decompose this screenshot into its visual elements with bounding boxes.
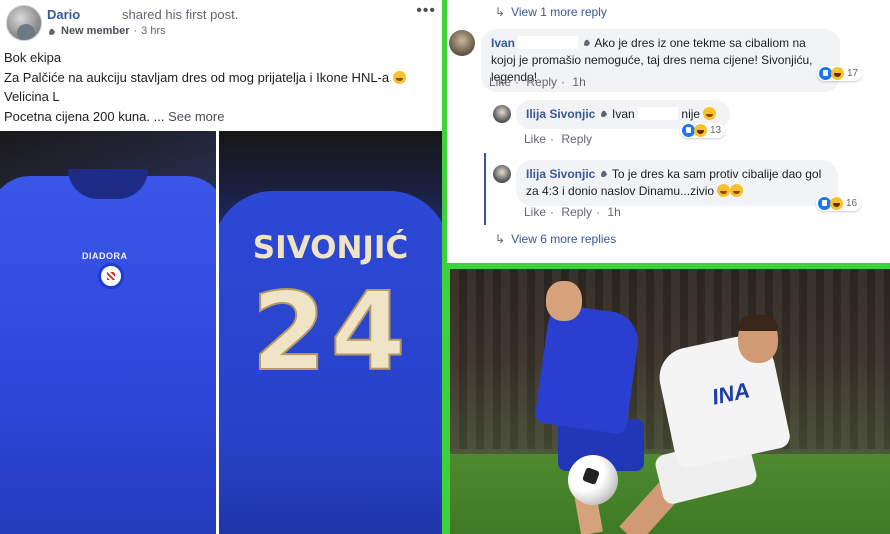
screenshot-collage: Dario shared his first post. New member …	[0, 0, 890, 534]
view-more-replies-link[interactable]: ↳ View 6 more replies	[495, 232, 616, 246]
player-blue-shirt	[534, 303, 642, 435]
smile-emoji-icon	[392, 70, 406, 84]
comment-time[interactable]: 1h	[572, 75, 585, 89]
commenter-name[interactable]: Ilija Sivonjic	[526, 167, 595, 181]
football	[568, 455, 618, 505]
separator: ·	[133, 25, 138, 37]
author-name[interactable]: Dario	[47, 7, 80, 22]
commenter-name[interactable]: Ilija Sivonjic	[526, 107, 595, 121]
comment-actions: Like · Reply · 1h	[524, 205, 621, 219]
smile-emoji-icon	[703, 107, 717, 120]
comment-actions: Like · Reply · 1h	[489, 75, 586, 89]
post-line: Pocetna cijena 200 kuna. ... See more	[4, 108, 225, 124]
see-more-link[interactable]: See more	[168, 109, 224, 124]
jersey-front-photo[interactable]: DIADORA	[0, 131, 216, 534]
more-dots-icon[interactable]: •••	[416, 2, 436, 20]
member-badge: New member	[61, 25, 130, 37]
reply-arrow-icon: ↳	[495, 232, 506, 246]
comment-text: nije	[681, 107, 701, 121]
view-more-reply-link[interactable]: ↳ View 1 more reply	[495, 5, 607, 19]
jersey-brand: DIADORA	[82, 251, 128, 261]
wave-icon	[583, 39, 590, 47]
jersey-name: SIVONJIĆ	[252, 230, 409, 266]
reply-arrow-icon: ↳	[495, 5, 506, 19]
reply-link[interactable]: Reply	[561, 132, 592, 146]
reaction-count[interactable]: 16	[816, 196, 862, 211]
post-line: Velicina L	[4, 89, 60, 104]
mention[interactable]: Ivan	[612, 107, 635, 121]
jersey-number: 24	[250, 270, 410, 395]
avatar[interactable]	[493, 105, 511, 123]
redacted-name	[518, 36, 579, 49]
comment-bubble: Ilija Sivonjic To je dres ka sam protiv …	[516, 160, 838, 206]
post-line: Bok ekipa	[4, 50, 62, 65]
like-link[interactable]: Like	[524, 132, 546, 146]
jersey-back-photo[interactable]: SIVONJIĆ 24	[219, 131, 442, 534]
redacted-name	[638, 107, 679, 120]
facebook-post: Dario shared his first post. New member …	[0, 0, 442, 534]
thread-line	[484, 153, 486, 225]
comments-panel: ↳ View 1 more reply Ivan Ako je dres iz …	[447, 0, 890, 263]
wave-icon	[49, 28, 55, 36]
post-action: shared his first post.	[122, 7, 239, 22]
jersey-front	[0, 176, 216, 534]
haha-icon	[831, 67, 844, 80]
post-line: Za Palčiće na aukciju stavljam dres od m…	[4, 68, 406, 88]
smile-emoji-icon	[730, 184, 744, 197]
post-time[interactable]: 3 hrs	[141, 25, 165, 37]
player-blue-head	[546, 281, 582, 321]
reaction-count[interactable]: 17	[817, 66, 863, 81]
post-header: Dario shared his first post. New member …	[0, 0, 442, 130]
reply-link[interactable]: Reply	[561, 205, 592, 219]
post-body: Bok ekipa Za Palčiće na aukciju stavljam…	[4, 48, 406, 126]
reaction-count[interactable]: 13	[680, 123, 726, 138]
commenter-name[interactable]: Ivan	[491, 36, 515, 50]
like-link[interactable]: Like	[524, 205, 546, 219]
match-photo[interactable]: INA	[450, 269, 890, 534]
comment-actions: Like · Reply	[524, 132, 593, 146]
smile-emoji-icon	[717, 184, 731, 197]
player-white-hair	[738, 315, 778, 331]
club-crest-icon	[98, 263, 124, 289]
like-link[interactable]: Like	[489, 75, 511, 89]
avatar[interactable]	[493, 165, 511, 183]
wave-icon	[600, 170, 607, 178]
avatar[interactable]	[6, 5, 42, 41]
haha-icon	[694, 124, 707, 137]
haha-icon	[830, 197, 843, 210]
comment-time[interactable]: 1h	[607, 205, 620, 219]
avatar[interactable]	[449, 30, 475, 56]
member-row: New member · 3 hrs	[47, 25, 166, 37]
wave-icon	[600, 110, 607, 118]
reply-link[interactable]: Reply	[526, 75, 557, 89]
